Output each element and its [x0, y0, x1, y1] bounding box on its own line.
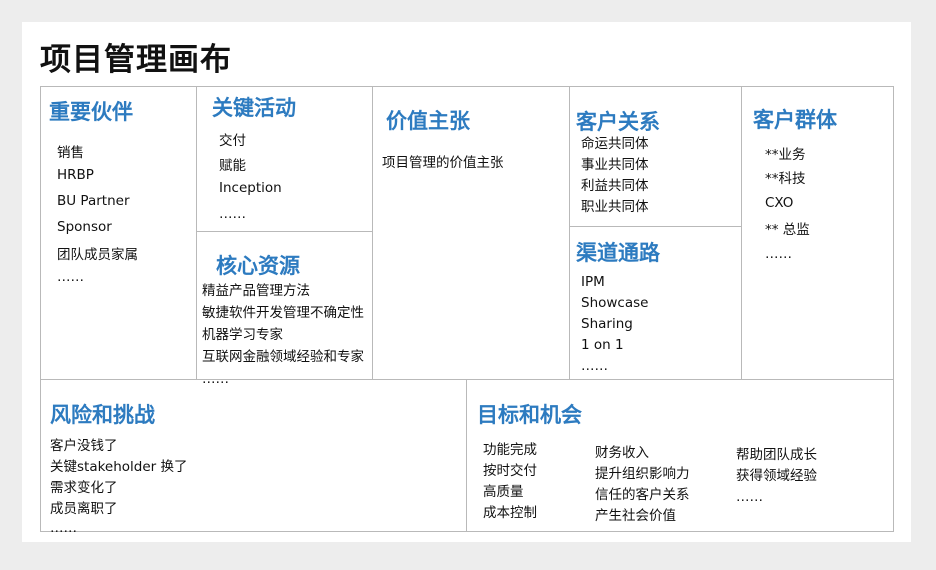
- value-proposition-heading: 价值主张: [386, 109, 470, 133]
- list-item: 互联网金融领域经验和专家: [202, 349, 364, 365]
- goals-heading: 目标和机会: [477, 403, 582, 427]
- grid-line-left: [40, 86, 41, 532]
- grid-line-col4: [741, 86, 742, 379]
- list-item: HRBP: [57, 167, 94, 183]
- list-item: 敏捷软件开发管理不确定性: [202, 305, 364, 321]
- key-activities-heading: 关键活动: [212, 96, 296, 120]
- customer-segments-heading: 客户群体: [753, 108, 837, 132]
- channels-list: IPM Showcase Sharing 1 on 1 ……: [581, 272, 648, 377]
- value-proposition-list: 项目管理的价值主张: [382, 152, 504, 174]
- list-item: 机器学习专家: [202, 327, 283, 343]
- list-item: 财务收入: [595, 445, 649, 461]
- key-resources-list: 精益产品管理方法 敏捷软件开发管理不确定性 机器学习专家 互联网金融领域经验和专…: [202, 280, 364, 390]
- list-item: ……: [202, 371, 229, 387]
- list-item: 1 on 1: [581, 337, 624, 353]
- customer-relationships-list: 命运共同体 事业共同体 利益共同体 职业共同体: [581, 134, 649, 218]
- list-item: 功能完成: [483, 442, 537, 458]
- grid-line-relationships-channels: [569, 226, 741, 227]
- list-item: Sharing: [581, 316, 633, 332]
- key-activities-list: 交付 赋能 Inception ……: [219, 130, 282, 225]
- list-item: ……: [581, 358, 608, 374]
- list-item: 按时交付: [483, 463, 537, 479]
- list-item: 提升组织影响力: [595, 466, 690, 482]
- list-item: **科技: [765, 171, 806, 187]
- risks-list: 客户没钱了 关键stakeholder 换了 需求变化了 成员离职了 ……: [50, 436, 188, 536]
- list-item: 命运共同体: [581, 136, 649, 152]
- key-partners-list: 销售 HRBP BU Partner Sponsor 团队成员家属 ……: [57, 142, 138, 288]
- page-title: 项目管理画布: [40, 42, 232, 78]
- list-item: **业务: [765, 147, 806, 163]
- list-item: ……: [219, 206, 246, 222]
- list-item: 客户没钱了: [50, 438, 118, 454]
- goals-list-col2: 财务收入 提升组织影响力 信任的客户关系 产生社会价值: [595, 443, 690, 527]
- risks-heading: 风险和挑战: [50, 403, 155, 427]
- grid-line-col3: [569, 86, 570, 379]
- list-item: ……: [50, 520, 77, 536]
- grid-line-middle: [40, 379, 894, 380]
- list-item: 获得领域经验: [736, 468, 817, 484]
- list-item: 需求变化了: [50, 480, 118, 496]
- customer-relationships-heading: 客户关系: [576, 110, 660, 134]
- list-item: CXO: [765, 195, 794, 211]
- list-item: 职业共同体: [581, 199, 649, 215]
- grid-line-col1: [196, 86, 197, 379]
- list-item: 销售: [57, 145, 84, 161]
- list-item: 产生社会价值: [595, 508, 676, 524]
- grid-line-top: [40, 86, 894, 87]
- list-item: 团队成员家属: [57, 247, 138, 263]
- canvas-slide: 项目管理画布 重要伙伴 销售 HRBP BU Partner Sponsor 团…: [22, 22, 911, 542]
- grid-line-bottom-split: [466, 379, 467, 531]
- list-item: 利益共同体: [581, 178, 649, 194]
- list-item: 信任的客户关系: [595, 487, 690, 503]
- list-item: Inception: [219, 180, 282, 196]
- list-item: ** 总监: [765, 222, 810, 238]
- list-item: IPM: [581, 274, 605, 290]
- key-resources-heading: 核心资源: [216, 254, 300, 278]
- list-item: 交付: [219, 133, 246, 149]
- list-item: 赋能: [219, 158, 246, 174]
- goals-list-col1: 功能完成 按时交付 高质量 成本控制: [483, 440, 537, 524]
- channels-heading: 渠道通路: [576, 241, 660, 265]
- list-item: BU Partner: [57, 193, 130, 209]
- goals-list-col3: 帮助团队成长 获得领域经验 ……: [736, 445, 817, 508]
- list-item: Showcase: [581, 295, 649, 311]
- list-item: 成员离职了: [50, 501, 118, 517]
- key-partners-heading: 重要伙伴: [49, 100, 133, 124]
- grid-line-col2: [372, 86, 373, 379]
- list-item: 成本控制: [483, 505, 537, 521]
- list-item: 关键stakeholder 换了: [50, 459, 188, 475]
- grid-line-activities-resources: [196, 231, 372, 232]
- list-item: ……: [57, 269, 84, 285]
- list-item: 高质量: [483, 484, 524, 500]
- list-item: 精益产品管理方法: [202, 283, 310, 299]
- customer-segments-list: **业务 **科技 CXO ** 总监 ……: [765, 143, 810, 266]
- list-item: 事业共同体: [581, 157, 649, 173]
- list-item: 项目管理的价值主张: [382, 155, 504, 171]
- grid-line-right: [893, 86, 894, 532]
- list-item: Sponsor: [57, 219, 112, 235]
- list-item: ……: [765, 246, 792, 262]
- list-item: ……: [736, 489, 763, 505]
- list-item: 帮助团队成长: [736, 447, 817, 463]
